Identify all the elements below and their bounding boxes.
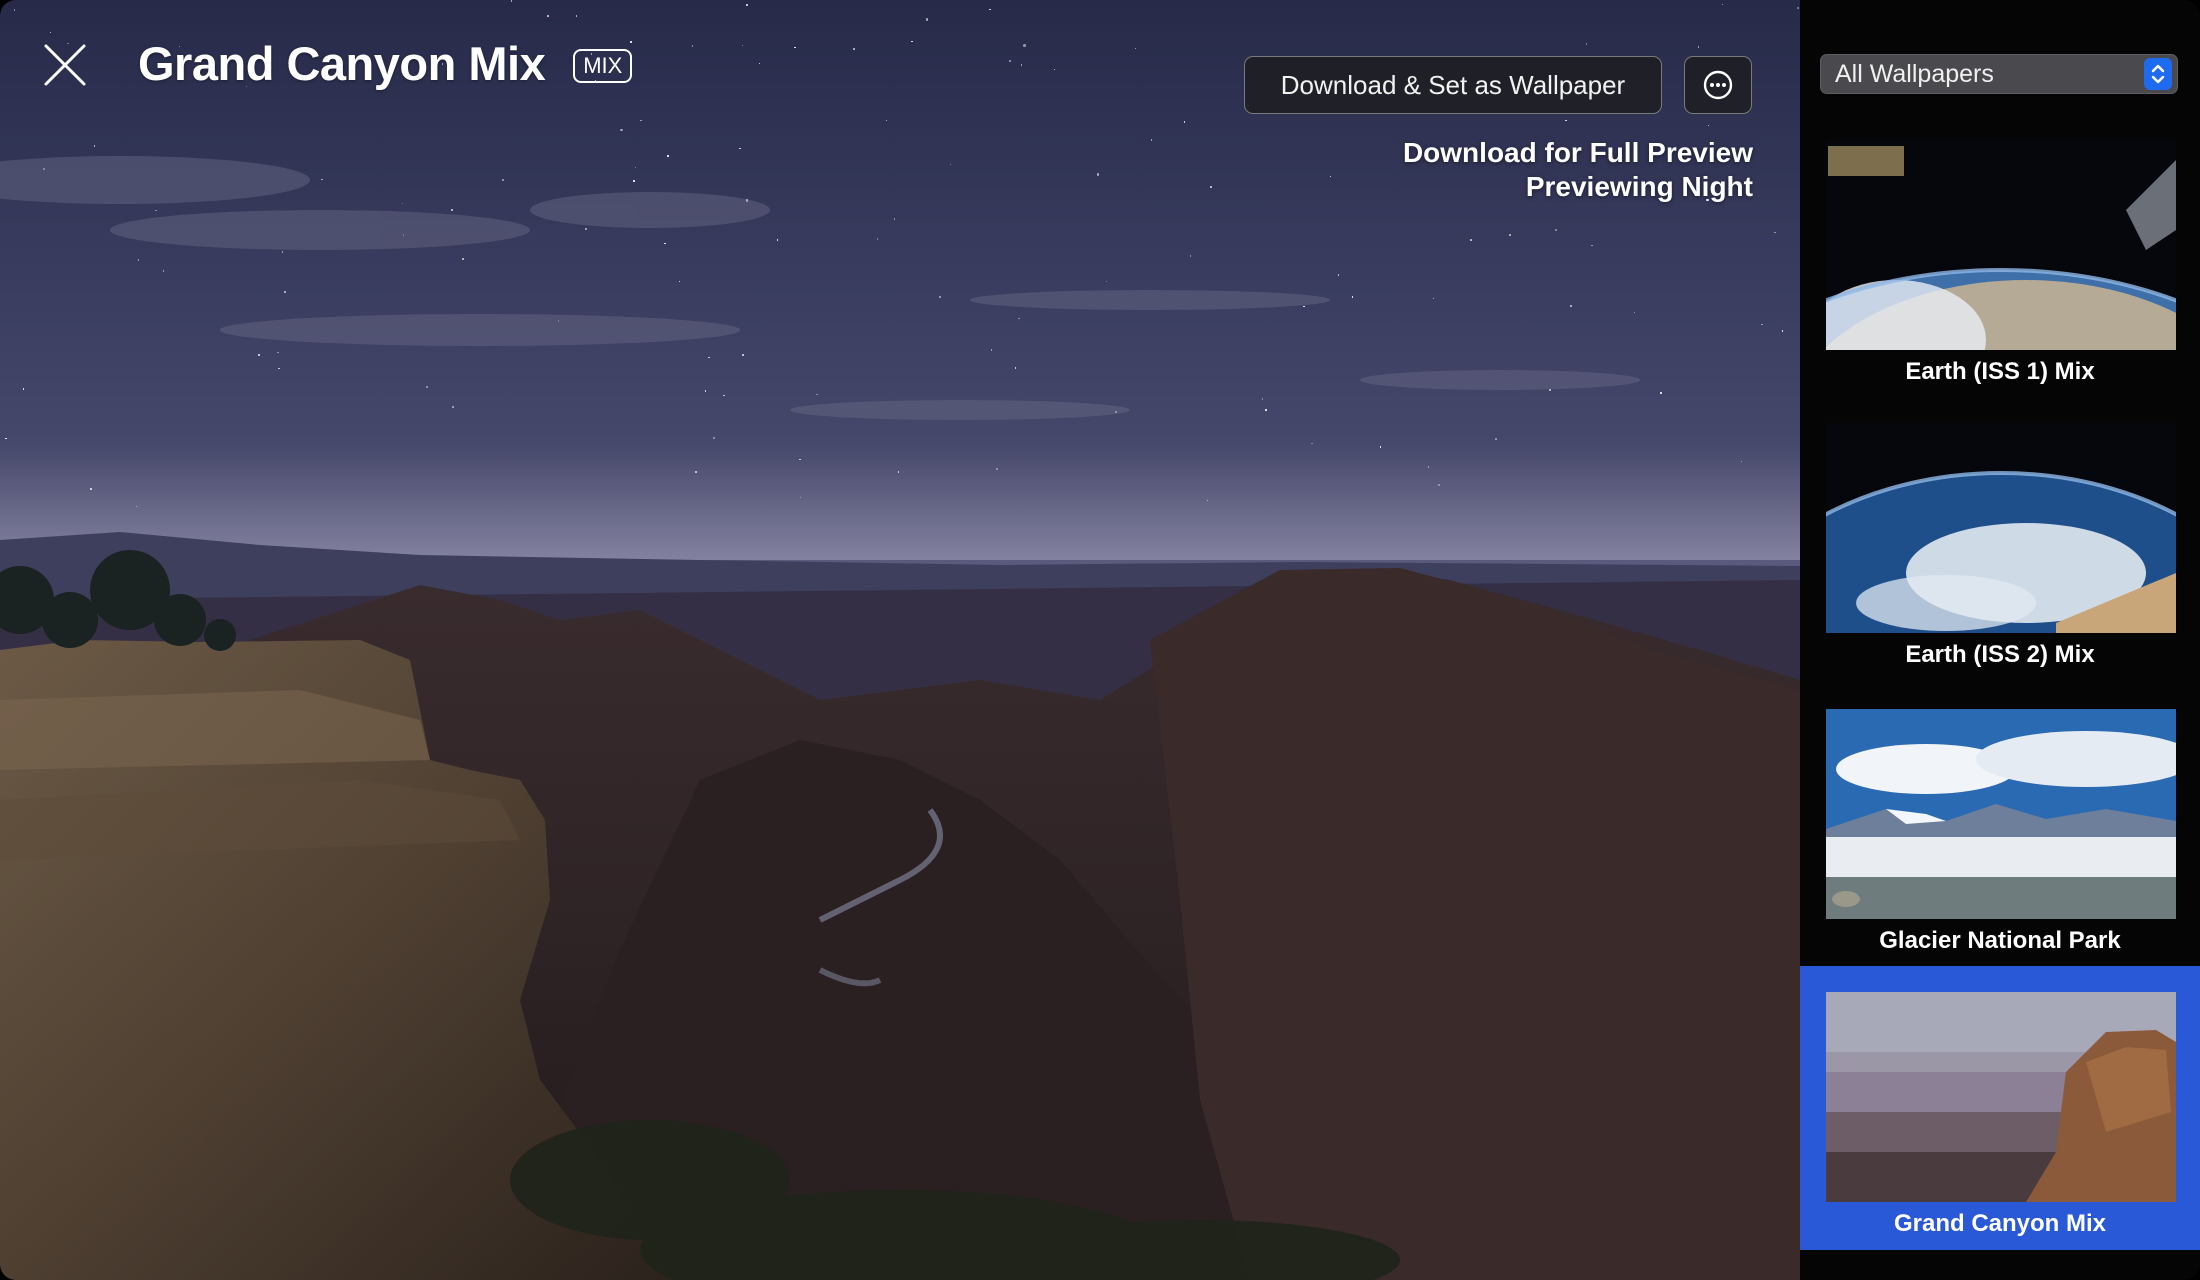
- sidebar-item-grand-canyon-mix[interactable]: Grand Canyon Mix: [1800, 966, 2200, 1250]
- wallpaper-preview-image: Grand Canyon Mix MIX Download & Set as W…: [0, 0, 1800, 1280]
- wallpaper-preview-window: Grand Canyon Mix MIX Download & Set as W…: [0, 0, 2200, 1280]
- wallpaper-title: Grand Canyon Mix: [138, 37, 546, 90]
- more-options-button[interactable]: [1684, 56, 1752, 114]
- filter-select-value: All Wallpapers: [1835, 59, 1994, 88]
- sidebar-item-earth-iss-1[interactable]: Earth (ISS 1) Mix: [1800, 140, 2200, 423]
- download-full-preview-text: Download for Full Preview: [1402, 137, 1753, 168]
- download-set-wallpaper-label: Download & Set as Wallpaper: [1280, 69, 1626, 100]
- close-button[interactable]: [40, 40, 90, 90]
- glacier-national-park-thumbnail: [1826, 709, 2176, 919]
- mix-badge: MIX: [573, 48, 633, 83]
- sidebar-item-glacier-national-park[interactable]: Glacier National Park: [1800, 706, 2200, 989]
- ellipsis-circle-icon: [1703, 70, 1733, 100]
- grand-canyon-mix-thumbnail: [1826, 992, 2176, 1202]
- title-group: Grand Canyon Mix MIX: [138, 36, 633, 91]
- earth-iss-2-thumbnail: [1826, 423, 2176, 633]
- earth-iss-1-thumbnail: [1826, 140, 2176, 350]
- sidebar-item-label: Grand Canyon Mix: [1893, 1210, 2107, 1237]
- close-icon: [44, 44, 86, 86]
- chevron-up-down-icon: [2144, 58, 2172, 90]
- sidebar-item-label: Glacier National Park: [1879, 927, 2121, 954]
- wallpaper-filter-select[interactable]: All Wallpapers: [1820, 54, 2178, 94]
- sidebar-item-label: Earth (ISS 2) Mix: [1905, 641, 2095, 668]
- sidebar-item-label: Earth (ISS 1) Mix: [1905, 358, 2095, 385]
- preview-info: Download for Full Preview Previewing Nig…: [1403, 136, 1753, 204]
- wallpaper-sidebar: All Wallpapers Earth (ISS 1) Mix Earth (…: [1800, 0, 2200, 1280]
- sidebar-item-earth-iss-2[interactable]: Earth (ISS 2) Mix: [1800, 423, 2200, 706]
- download-set-wallpaper-button[interactable]: Download & Set as Wallpaper: [1244, 56, 1662, 114]
- previewing-mode-text: Previewing Night: [1525, 171, 1753, 202]
